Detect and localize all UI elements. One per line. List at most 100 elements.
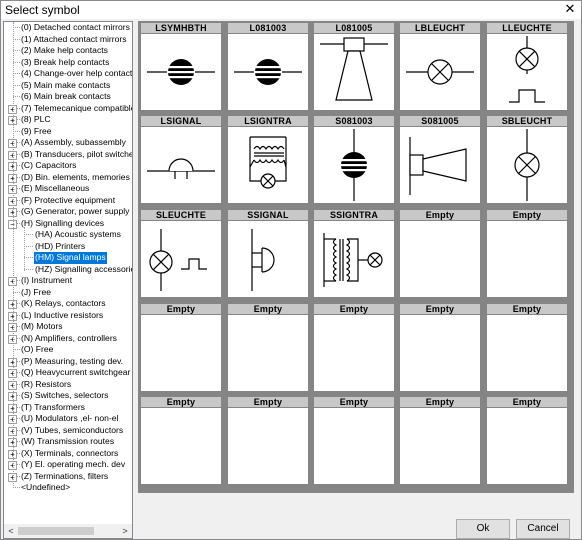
lamp-striped-vertical-icon	[340, 129, 368, 201]
ok-button[interactable]: Ok	[456, 519, 510, 539]
tree-leaf[interactable]: (1) Attached contact mirrors	[4, 34, 132, 46]
tree-leaf[interactable]: (6) Main break contacts	[4, 91, 132, 103]
empty-symbol-tile[interactable]: Empty	[487, 397, 567, 484]
symbol-tile[interactable]: L081005	[314, 23, 394, 110]
tree-node[interactable]: + (Y) El. operating mech. dev	[4, 459, 132, 471]
tree-node[interactable]: + (A) Assembly, subassembly	[4, 137, 132, 149]
lamp-striped-icon	[147, 59, 215, 85]
tree-node[interactable]: + (M) Motors	[4, 321, 132, 333]
tree-node[interactable]: + (X) Terminals, connectors	[4, 447, 132, 460]
symbol-tile[interactable]: S081003	[314, 116, 394, 203]
category-tree[interactable]: (0) Detached contact mirrors (1) Attached…	[3, 21, 133, 539]
close-button[interactable]: ✕	[563, 2, 577, 16]
tree-node[interactable]: + (K) Relays, contactors	[4, 298, 132, 310]
tree-node[interactable]: + (F) Protective equipment	[4, 195, 132, 207]
tree-leaf[interactable]: (5) Main make contacts	[4, 80, 132, 92]
empty-symbol-tile[interactable]: Empty	[314, 397, 394, 484]
tree-item-label: (8) PLC	[21, 114, 51, 124]
tree-node[interactable]: +(7) Telemecanique compatible cc	[4, 103, 132, 115]
symbol-tile[interactable]: SSIGNTRA	[314, 210, 394, 297]
symbol-tile[interactable]: LLEUCHTE	[487, 23, 567, 110]
tree-subbranch-connector	[24, 227, 25, 271]
tree-item-label: (HA) Acoustic systems	[35, 229, 121, 239]
tree-node[interactable]: + (N) Amplifiers, controllers	[4, 333, 132, 345]
empty-symbol-tile[interactable]: Empty	[487, 304, 567, 391]
symbol-preview	[487, 221, 567, 297]
empty-symbol-tile[interactable]: Empty	[400, 397, 480, 484]
tree-connector	[13, 73, 20, 74]
symbol-tile[interactable]: LBLEUCHT	[400, 23, 480, 110]
symbol-tile[interactable]: SLEUCHTE	[141, 210, 221, 297]
tree-node[interactable]: + (8) PLC	[4, 114, 132, 126]
tree-node[interactable]: + (Z) Terminations, filters	[4, 471, 132, 483]
symbol-tile[interactable]: LSYMHBTH	[141, 23, 221, 110]
tree-item-label: (O) Free	[21, 344, 54, 354]
symbol-tile[interactable]: LSIGNTRA	[228, 116, 308, 203]
tree-node[interactable]: + (L) Inductive resistors	[4, 310, 132, 322]
symbol-tile[interactable]: LSIGNAL	[141, 116, 221, 203]
symbol-preview	[228, 315, 308, 391]
tree-item-label: (X) Terminals, connectors	[21, 447, 119, 458]
tree-node[interactable]: + (D) Bin. elements, memories	[4, 172, 132, 184]
tree-connector	[24, 257, 33, 258]
empty-symbol-tile[interactable]: Empty	[314, 304, 394, 391]
tree-leaf[interactable]: (O) Free	[4, 344, 132, 356]
scroll-left-arrow-icon[interactable]: <	[5, 524, 17, 538]
tree-node[interactable]: + (V) Tubes, semiconductors	[4, 424, 132, 437]
tree-node[interactable]: + (I) Instrument	[4, 275, 132, 287]
tree-node[interactable]: + (C) Capacitors	[4, 160, 132, 172]
lamp-pulse-icon	[509, 36, 545, 103]
tree-leaf[interactable]: (3) Break help contacts	[4, 57, 132, 69]
symbol-name-label: Empty	[487, 304, 567, 314]
tree-leaf[interactable]: (0) Detached contact mirrors	[4, 22, 132, 34]
tree-node[interactable]: + (S) Switches, selectors	[4, 390, 132, 402]
tree-leaf[interactable]: (4) Change-over help contacts	[4, 68, 132, 80]
tree-item-label: (H) Signalling devices	[21, 217, 105, 228]
empty-symbol-tile[interactable]: Empty	[228, 304, 308, 391]
scrollbar-thumb[interactable]	[18, 527, 94, 535]
symbol-tile[interactable]: SSIGNAL	[228, 210, 308, 297]
tree-node[interactable]: + (T) Transformers	[4, 402, 132, 414]
tree-leaf[interactable]: (2) Make help contacts	[4, 45, 132, 57]
symbol-name-label: S081005	[400, 116, 480, 126]
symbol-name-label: L081005	[314, 23, 394, 33]
symbol-preview	[141, 34, 221, 110]
tree-item-label: (P) Measuring, testing dev.	[21, 355, 124, 366]
empty-symbol-tile[interactable]: Empty	[141, 397, 221, 484]
title-bar: Select symbol ✕	[1, 1, 581, 19]
tree-item-label: (K) Relays, contactors	[21, 298, 106, 308]
symbol-tile[interactable]: S081005	[400, 116, 480, 203]
symbol-name-label: S081003	[314, 116, 394, 126]
symbol-name-label: Empty	[400, 397, 480, 407]
empty-symbol-tile[interactable]: Empty	[400, 304, 480, 391]
bell-vertical-icon	[251, 229, 275, 291]
tree-node[interactable]: + (W) Transmission routes	[4, 436, 132, 448]
lamp-cross-vertical-icon	[514, 129, 540, 201]
empty-symbol-tile[interactable]: Empty	[141, 304, 221, 391]
symbol-tile[interactable]: L081003	[228, 23, 308, 110]
tree-leaf[interactable]: (9) Free	[4, 126, 132, 138]
symbol-name-label: Empty	[314, 397, 394, 407]
lamp-pulse-horizontal-icon	[149, 229, 207, 291]
symbol-tile[interactable]: SBLEUCHT	[487, 116, 567, 203]
tree-node[interactable]: + (P) Measuring, testing dev.	[4, 355, 132, 368]
tree-node[interactable]: + (B) Transducers, pilot switches	[4, 148, 133, 161]
tree-horizontal-scrollbar[interactable]: < >	[4, 524, 132, 538]
tree-leaf[interactable]: <Undefined>	[4, 482, 132, 494]
symbol-name-label: Empty	[487, 397, 567, 407]
tree-leaf[interactable]: (J) Free	[4, 287, 132, 299]
tree-node[interactable]: + (R) Resistors	[4, 379, 132, 391]
tree-item-label: (V) Tubes, semiconductors	[21, 424, 124, 435]
tree-node[interactable]: + (Q) Heavycurrent switchgear	[4, 367, 132, 379]
scroll-right-arrow-icon[interactable]: >	[119, 524, 131, 538]
tree-node[interactable]: + (U) Modulators ,el- non-el	[4, 413, 132, 425]
empty-symbol-tile[interactable]: Empty	[228, 397, 308, 484]
tree-node[interactable]: + (G) Generator, power supply	[4, 206, 132, 218]
tree-item-label: (HZ) Signalling accessories	[35, 263, 133, 274]
empty-symbol-tile[interactable]: Empty	[487, 210, 567, 297]
empty-symbol-tile[interactable]: Empty	[400, 210, 480, 297]
transformer-lamp-icon	[249, 136, 287, 189]
cancel-button[interactable]: Cancel	[516, 519, 570, 539]
tree-node[interactable]: + (E) Miscellaneous	[4, 183, 132, 195]
tree-item-label: (B) Transducers, pilot switches	[21, 148, 133, 159]
